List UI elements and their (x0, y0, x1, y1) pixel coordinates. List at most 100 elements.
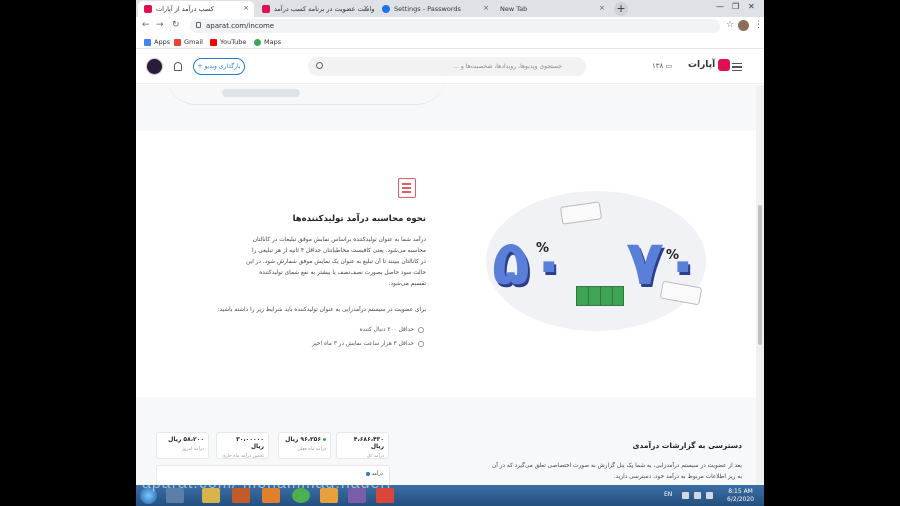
close-tab-icon[interactable]: × (599, 4, 605, 12)
status-dot-icon (323, 438, 326, 441)
condition-text: حداقل ۲۰۰ دنبال کننده (359, 327, 414, 333)
aparat-logo[interactable]: آپارات (688, 59, 731, 71)
tray-icon[interactable] (682, 492, 689, 499)
menu-kebab-icon[interactable]: ⋮ (754, 20, 763, 30)
reports-title: دسترسی به گزارشات درآمدی (632, 441, 742, 450)
income-calculation-section: ۵۰ ۷۰ % % نحوه محاسبه درآمد تولیدکننده‌ه… (136, 131, 764, 397)
close-window-icon[interactable]: ✕ (748, 2, 755, 11)
upload-video-button[interactable]: + بارگذاری ویدیو (193, 58, 245, 75)
tab-new[interactable]: New Tab × (496, 1, 610, 17)
percent-sign: % (536, 241, 550, 256)
scrollbar-thumb[interactable] (758, 205, 762, 345)
decorative-curve (166, 75, 446, 105)
document-icon (398, 178, 416, 198)
bookmark-gmail[interactable]: Gmail (174, 38, 203, 46)
page-scrollbar[interactable] (756, 85, 764, 485)
tab-membership[interactable]: درخواست عضویت در برنامه کسب درآمد × (256, 1, 374, 17)
close-tab-icon[interactable]: × (483, 4, 489, 12)
stat-value: ۹۶،۳۵۶ ریال (285, 436, 321, 443)
url-text: aparat.com/income (206, 22, 275, 30)
close-tab-icon[interactable]: × (363, 4, 369, 12)
credit-badge[interactable]: ۱۳۸ ▭ (652, 62, 672, 70)
previous-section (136, 85, 764, 131)
system-clock[interactable]: 8:15 AM 6/2/2020 (727, 488, 754, 504)
stat-card: ۳۰،۰۰۰۰۰ ریال تخمین درآمد ماه جاری (216, 432, 269, 459)
url-input[interactable]: aparat.com/income (190, 19, 720, 33)
tab-title: Settings - Passwords (394, 5, 461, 13)
reports-paragraph: بعد از عضویت در سیستم درآمدزایی، به شما … (491, 463, 742, 480)
back-icon[interactable]: ← (142, 20, 150, 30)
tab-strip: کسب درآمد از آپارات × درخواست عضویت در ب… (136, 0, 764, 17)
tab-settings[interactable]: Settings - Passwords × (376, 1, 494, 17)
credit-count: ۱۳۸ (652, 62, 664, 70)
fifty-percent-value: ۵۰ (492, 226, 568, 299)
stat-value: ۴،۶۸۶،۴۳۰ ریال (353, 436, 384, 450)
stat-card: ۹۶،۳۵۶ ریال درآمد ماه فعلی (278, 432, 331, 459)
bookmark-label: YouTube (220, 38, 247, 46)
condition-text: حداقل ۳ هزار ساعت نمایش در ۳ ماه اخیر (311, 341, 414, 347)
maximize-icon[interactable]: ❐ (732, 2, 739, 11)
network-icon[interactable] (694, 492, 701, 499)
tab-title: کسب درآمد از آپارات (156, 5, 214, 13)
bookmark-label: Apps (154, 38, 171, 46)
gmail-icon (174, 38, 181, 46)
browser-window: کسب درآمد از آپارات × درخواست عضویت در ب… (136, 0, 764, 506)
bookmarks-bar: Apps Gmail YouTube Maps (136, 35, 764, 49)
aparat-logo-icon (718, 59, 731, 71)
section-title: نحوه محاسبه درآمد تولیدکننده‌ها (292, 214, 426, 224)
stat-card: ۵۸،۲۰۰ ریال درآمد امروز (156, 432, 209, 459)
bookmark-label: Gmail (184, 38, 203, 46)
youtube-icon (210, 38, 217, 46)
stat-value: ۳۰،۰۰۰۰۰ ریال (236, 436, 264, 450)
volume-icon[interactable] (706, 492, 713, 499)
settings-gear-icon (382, 5, 390, 13)
forward-icon[interactable]: → (156, 20, 164, 30)
stat-label: درآمد امروز (181, 447, 204, 452)
tab-title: New Tab (500, 5, 528, 13)
stat-label: درآمد کل (366, 454, 384, 459)
new-tab-button[interactable]: + (614, 2, 628, 16)
condition-item: حداقل ۳ هزار ساعت نمایش در ۳ ماه اخیر (266, 341, 424, 347)
maps-pin-icon (254, 38, 261, 46)
star-icon[interactable]: ☆ (726, 20, 734, 30)
reload-icon[interactable]: ↻ (172, 20, 180, 30)
clock-date: 6/2/2020 (727, 496, 754, 503)
search-input[interactable]: جستجوی ویدیوها، رویدادها، شخصیت‌ها و ... (308, 57, 586, 76)
seventy-percent-value: ۷۰ (626, 226, 702, 299)
watermark-text: aparat.com/ mohammad.naderi (142, 475, 392, 492)
percent-sign: % (666, 248, 680, 263)
stat-label: تخمین درآمد ماه جاری (221, 454, 264, 459)
stat-card: ۴،۶۸۶،۴۳۰ ریال درآمد کل (336, 432, 389, 459)
aparat-favicon-icon (262, 5, 270, 13)
clock-time: 8:15 AM (728, 488, 753, 495)
money-stack-icon (576, 286, 624, 306)
check-circle-icon (418, 327, 424, 333)
stat-label: درآمد ماه فعلی (297, 447, 326, 452)
language-indicator[interactable]: EN (664, 491, 672, 498)
stat-value: ۵۸،۲۰۰ ریال (168, 436, 204, 443)
search-placeholder: جستجوی ویدیوها، رویدادها، شخصیت‌ها و ... (453, 63, 562, 70)
requirements-intro: برای عضویت در سیستم درآمدزایی به عنوان ت… (217, 307, 426, 313)
bookmark-youtube[interactable]: YouTube (210, 38, 246, 46)
address-bar-row: ← → ↻ aparat.com/income ☆ ⋮ (136, 17, 764, 35)
close-tab-icon[interactable]: × (243, 4, 249, 12)
tab-income[interactable]: کسب درآمد از آپارات × (138, 1, 254, 17)
bookmark-label: Maps (264, 38, 282, 46)
aparat-favicon-icon (144, 5, 152, 13)
decorative-bar (222, 89, 300, 97)
bell-icon[interactable] (174, 62, 182, 71)
condition-item: حداقل ۲۰۰ دنبال کننده (266, 327, 424, 333)
bookmark-maps[interactable]: Maps (254, 38, 281, 46)
hamburger-menu-icon[interactable] (732, 63, 742, 71)
tab-title: درخواست عضویت در برنامه کسب درآمد (274, 5, 374, 13)
section-paragraph: درآمد شما به عنوان تولیدکننده براساس نما… (246, 237, 426, 287)
logo-text: آپارات (688, 60, 716, 70)
minimize-icon[interactable]: — (716, 2, 724, 11)
profile-avatar[interactable] (738, 20, 749, 31)
user-avatar[interactable] (146, 58, 163, 75)
search-icon[interactable] (316, 62, 323, 69)
bookmark-apps[interactable]: Apps (144, 38, 170, 46)
check-circle-icon (418, 341, 424, 347)
percentage-illustration: ۵۰ ۷۰ % % (476, 186, 716, 336)
lock-icon (196, 22, 201, 28)
